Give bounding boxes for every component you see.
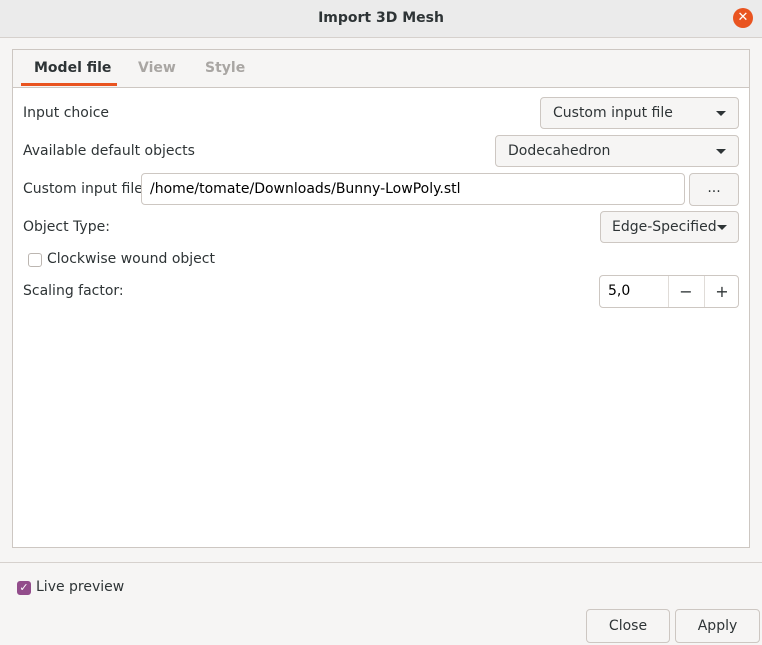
scaling-factor-input[interactable]: 5,0 xyxy=(608,283,630,299)
input-choice-label: Input choice xyxy=(23,105,110,121)
default-objects-label: Available default objects xyxy=(23,143,195,159)
chevron-down-icon xyxy=(717,225,727,230)
custom-file-path-input[interactable]: /home/tomate/Downloads/Bunny-LowPoly.stl xyxy=(141,173,685,205)
default-objects-value: Dodecahedron xyxy=(508,143,611,159)
tab-view[interactable]: View xyxy=(138,60,176,76)
minus-icon[interactable]: − xyxy=(668,276,703,307)
chevron-down-icon xyxy=(716,149,726,154)
browse-file-button[interactable]: ... xyxy=(689,173,739,206)
live-preview-checkbox[interactable]: ✓ xyxy=(17,581,31,595)
object-type-value: Edge-Specified xyxy=(612,219,717,235)
scaling-factor-label: Scaling factor: xyxy=(23,283,124,299)
scaling-factor-spinbutton: 5,0 − + xyxy=(599,275,739,308)
input-choice-value: Custom input file xyxy=(553,105,673,121)
clockwise-checkbox[interactable] xyxy=(28,253,42,267)
object-type-label: Object Type: xyxy=(23,219,110,235)
clockwise-label[interactable]: Clockwise wound object xyxy=(47,251,215,267)
tab-model-file[interactable]: Model file xyxy=(34,60,111,76)
active-tab-indicator xyxy=(21,83,117,86)
window-title: Import 3D Mesh xyxy=(318,10,444,26)
tab-bar: Model file View Style xyxy=(13,50,749,88)
plus-icon[interactable]: + xyxy=(704,276,739,307)
object-type-dropdown[interactable]: Edge-Specified xyxy=(600,211,739,243)
custom-file-label: Custom input file xyxy=(23,181,143,197)
tab-style[interactable]: Style xyxy=(205,60,245,76)
close-icon[interactable]: ✕ xyxy=(733,8,753,28)
footer-separator xyxy=(0,562,762,563)
apply-button[interactable]: Apply xyxy=(675,609,760,643)
close-button[interactable]: Close xyxy=(586,609,670,643)
chevron-down-icon xyxy=(716,111,726,116)
title-bar: Import 3D Mesh ✕ xyxy=(0,0,762,38)
default-objects-dropdown[interactable]: Dodecahedron xyxy=(495,135,739,167)
live-preview-label[interactable]: Live preview xyxy=(36,579,124,595)
input-choice-dropdown[interactable]: Custom input file xyxy=(540,97,739,129)
